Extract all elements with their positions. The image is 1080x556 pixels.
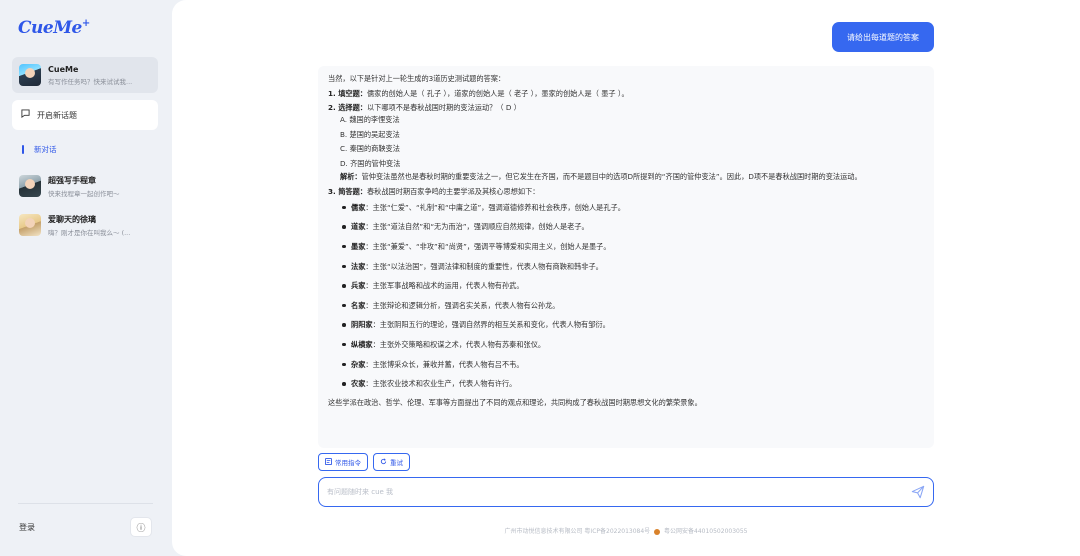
school-text: ：主张阴阳五行的理论，强调自然界的相互关系和变化，代表人物有邹衍。 (372, 320, 610, 330)
option-c: C. 秦国的商鞅变法 (340, 144, 400, 154)
question-3-head: 3. 简答题： (328, 186, 367, 196)
list-item: 兵家：主张军事战略和战术的运用，代表人物有孙武。 (342, 276, 924, 296)
analysis-text: 管仲变法虽然也是春秋时期的重要变法之一，但它发生在齐国，而不是题目中的选项D所提… (361, 172, 862, 182)
sidebar-divider (18, 503, 153, 504)
school-name: 儒家 (351, 202, 366, 212)
option-d: D. 齐国的管仲变法 (340, 158, 401, 168)
logo-plus: + (81, 18, 90, 29)
school-name: 道家 (351, 222, 366, 232)
footer: 广州市动悦信息技术有限公司 粤ICP备2022013084号 粤公网安备4401… (318, 526, 934, 535)
avatar (19, 175, 41, 197)
school-name: 名家 (351, 300, 366, 310)
chat-plus-icon (21, 109, 30, 121)
sidebar-item-cueme[interactable]: CueMe 有写作任务吗？快来试试我... (12, 57, 158, 93)
login-link[interactable]: 登录 (19, 522, 35, 533)
sidebar-item-title: 爱聊天的徐璃 (48, 214, 96, 224)
school-text: ：主张“以法治国”，强调法律和制度的重要性，代表人物有商鞅和韩非子。 (365, 261, 603, 271)
question-2-analysis: 解析：管仲变法虽然也是春秋时期的重要变法之一，但它发生在齐国，而不是题目中的选项… (328, 171, 924, 182)
question-1-head: 1. 填空题： (328, 89, 367, 99)
new-chat-item[interactable]: 新对话 (22, 144, 57, 155)
school-name: 法家 (351, 261, 366, 271)
footer-police: 粤公网安备44010502003055 (664, 528, 748, 535)
sidebar: CueMe+ CueMe 有写作任务吗？快来试试我... 开启新话题 新对话 超… (0, 0, 172, 556)
new-chat-label: 新对话 (34, 145, 57, 154)
list-item: 儒家：主张“仁爱”、“礼制”和“中庸之道”，强调道德修养和社会秩序，创始人是孔子… (342, 198, 924, 218)
active-indicator (22, 145, 24, 154)
sidebar-item-subtitle: 有写作任务吗？快来试试我... (48, 77, 133, 86)
school-name: 阴阳家 (351, 320, 373, 330)
question-2-head: 2. 选择题： (328, 103, 367, 113)
analysis-head: 解析： (340, 172, 362, 182)
list-item: 农家：主张农业技术和农业生产，代表人物有许行。 (342, 374, 924, 394)
question-1-text: 儒家的创始人是（ 孔子 ），道家的创始人是（ 老子 ），墨家的创始人是（ 墨子 … (366, 89, 629, 99)
answer-conclusion: 这些学派在政治、哲学、伦理、军事等方面提出了不同的观点和理论，共同构成了春秋战国… (328, 397, 702, 407)
school-name: 农家 (351, 379, 366, 389)
info-button[interactable]: ⓘ (130, 517, 152, 537)
school-name: 纵横家 (351, 339, 373, 349)
sidebar-item-text: CueMe 有写作任务吗？快来试试我... (48, 65, 132, 86)
common-commands-button[interactable]: 常用指令 (318, 453, 368, 471)
option-a: A. 魏国的李悝变法 (340, 115, 400, 125)
school-text: ：主张博采众长，兼收并蓄，代表人物有吕不韦。 (365, 359, 524, 369)
sidebar-item-text: 超强写手程章 快来找程章一起创作吧～ (48, 175, 120, 198)
list-item: 法家：主张“以法治国”，强调法律和制度的重要性，代表人物有商鞅和韩非子。 (342, 257, 924, 277)
question-2-text: 以下哪项不是春秋战国时期的变法运动？（ D ） (366, 103, 521, 113)
list-item: 道家：主张“道法自然”和“无为而治”，强调顺应自然规律，创始人是老子。 (342, 217, 924, 237)
command-icon (325, 457, 332, 467)
new-topic-button[interactable]: 开启新话题 (12, 100, 158, 130)
sidebar-item-subtitle: 快来找程章一起创作吧～ (48, 189, 120, 198)
common-commands-label: 常用指令 (335, 459, 361, 467)
retry-button[interactable]: 重试 (373, 453, 410, 471)
retry-label: 重试 (390, 459, 403, 467)
sidebar-item-title: CueMe (48, 64, 79, 74)
schools-list: 儒家：主张“仁爱”、“礼制”和“中庸之道”，强调道德修养和社会秩序，创始人是孔子… (328, 198, 924, 394)
question-3-text: 春秋战国时期百家争鸣的主要学派及其核心思想如下： (366, 186, 540, 196)
action-row: 常用指令 重试 (318, 453, 410, 471)
assistant-answer: 当然，以下是针对上一轮生成的3道历史测试题的答案： 1. 填空题：儒家的创始人是… (318, 66, 934, 448)
refresh-icon (380, 457, 387, 467)
send-icon[interactable] (903, 485, 933, 499)
message-input-box (318, 477, 934, 507)
school-text: ：主张军事战略和战术的运用，代表人物有孙武。 (365, 281, 524, 291)
sidebar-item-subtitle: 嗨？刚才是你在叫我么～ (... (48, 228, 131, 237)
school-name: 墨家 (351, 241, 366, 251)
sidebar-item-chatter[interactable]: 爱聊天的徐璃 嗨？刚才是你在叫我么～ (... (12, 207, 158, 243)
new-topic-label: 开启新话题 (37, 110, 77, 120)
school-text: ：主张农业技术和农业生产，代表人物有许行。 (365, 379, 517, 389)
user-message-text: 请给出每道题的答案 (847, 32, 919, 42)
question-1: 1. 填空题：儒家的创始人是（ 孔子 ），道家的创始人是（ 老子 ），墨家的创始… (328, 88, 924, 99)
school-name: 杂家 (351, 359, 366, 369)
list-item: 名家：主张辩论和逻辑分析，强调名实关系，代表人物有公孙龙。 (342, 296, 924, 316)
question-2-options: A. 魏国的李悝变法 B. 楚国的吴起变法 C. 秦国的商鞅变法 D. 齐国的管… (328, 113, 924, 171)
option-b: B. 楚国的吴起变法 (340, 129, 400, 139)
list-item: 墨家：主张“兼爱”、“非攻”和“尚贤”，强调平等博爱和实用主义，创始人是墨子。 (342, 237, 924, 257)
avatar (19, 214, 41, 236)
school-text: ：主张“兼爱”、“非攻”和“尚贤”，强调平等博爱和实用主义，创始人是墨子。 (365, 241, 611, 251)
footer-company: 广州市动悦信息技术有限公司 粤ICP备2022013084号 (504, 528, 651, 535)
avatar (19, 64, 41, 86)
sidebar-item-writer[interactable]: 超强写手程章 快来找程章一起创作吧～ (12, 168, 158, 204)
school-name: 兵家 (351, 281, 366, 291)
message-input[interactable] (327, 488, 903, 496)
logo-text: CueMe (18, 18, 82, 38)
question-3: 3. 简答题：春秋战国时期百家争鸣的主要学派及其核心思想如下： 儒家：主张“仁爱… (328, 186, 924, 394)
police-badge-icon (654, 528, 661, 535)
list-item: 纵横家：主张外交策略和权谋之术，代表人物有苏秦和张仪。 (342, 335, 924, 355)
list-item: 杂家：主张博采众长，兼收并蓄，代表人物有吕不韦。 (342, 355, 924, 375)
chat-main: 请给出每道题的答案 当然，以下是针对上一轮生成的3道历史测试题的答案： 1. 填… (172, 0, 1080, 556)
info-icon: ⓘ (136, 523, 146, 534)
sidebar-item-text: 爱聊天的徐璃 嗨？刚才是你在叫我么～ (... (48, 214, 130, 237)
sidebar-item-title: 超强写手程章 (48, 175, 96, 185)
list-item: 阴阳家：主张阴阳五行的理论，强调自然界的相互关系和变化，代表人物有邹衍。 (342, 315, 924, 335)
question-2: 2. 选择题：以下哪项不是春秋战国时期的变法运动？（ D ） A. 魏国的李悝变… (328, 102, 924, 182)
answer-intro: 当然，以下是针对上一轮生成的3道历史测试题的答案： (328, 74, 506, 83)
school-text: ：主张“仁爱”、“礼制”和“中庸之道”，强调道德修养和社会秩序，创始人是孔子。 (365, 202, 625, 212)
app-logo[interactable]: CueMe+ (18, 18, 90, 38)
school-text: ：主张“道法自然”和“无为而治”，强调顺应自然规律，创始人是老子。 (365, 222, 589, 232)
school-text: ：主张外交策略和权谋之术，代表人物有苏秦和张仪。 (372, 339, 546, 349)
user-message-bubble: 请给出每道题的答案 (832, 22, 934, 52)
school-text: ：主张辩论和逻辑分析，强调名实关系，代表人物有公孙龙。 (365, 300, 560, 310)
